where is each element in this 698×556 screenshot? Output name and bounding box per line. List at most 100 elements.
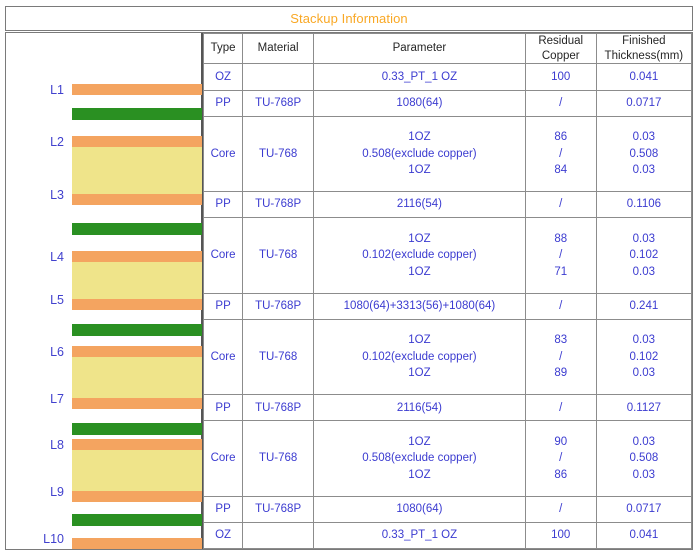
- cell-residual-copper: /: [524, 191, 597, 219]
- cell-parameter: 1OZ 0.102(exclude copper) 1OZ: [313, 318, 526, 396]
- layer-label-l5: L5: [50, 293, 64, 307]
- cell-type: Core: [202, 217, 244, 294]
- page-title: Stackup Information: [290, 11, 408, 26]
- stackup-band-copper: [72, 251, 202, 262]
- layer-label-l6: L6: [50, 345, 64, 359]
- cell-material: TU-768P: [242, 292, 315, 320]
- cell-parameter: 0.33_PT_1 OZ: [313, 521, 526, 550]
- cell-finished-thickness: 0.041: [595, 521, 693, 550]
- cell-finished-thickness: 0.03 0.508 0.03: [595, 115, 693, 193]
- table-row: Core TU-768 1OZ 0.102(exclude copper) 1OZ 8…: [202, 318, 693, 396]
- table-row: OZ 0.33_PT_1 OZ 100 0.041: [202, 63, 693, 91]
- cell-type: OZ: [202, 63, 244, 91]
- stackup-table-region: Type Material Parameter Residual Copper Fini…: [202, 32, 693, 550]
- column-header-finished-thickness: Finished Thickness(mm): [595, 32, 693, 65]
- cell-type: PP: [202, 89, 244, 117]
- cell-parameter: 1OZ 0.508(exclude copper) 1OZ: [313, 420, 526, 497]
- cell-parameter: 1080(64)+3313(56)+1080(64): [313, 292, 526, 320]
- stackup-band-copper: [72, 398, 202, 409]
- table-row: PP TU-768P 1080(64)/0.0717: [202, 89, 693, 117]
- table-row: PP TU-768P 1080(64)/0.0717: [202, 495, 693, 523]
- cell-type: Core: [202, 420, 244, 497]
- stackup-cross-section-graphic: L1 L2 L3 L4 L5 L6 L7 L8 L9 L10: [6, 33, 203, 549]
- cell-material: TU-768: [242, 318, 315, 396]
- cell-residual-copper: 83 / 89: [524, 318, 597, 396]
- stackup-band-copper: [72, 299, 202, 310]
- cell-finished-thickness: 0.1127: [595, 394, 693, 422]
- layer-label-l7: L7: [50, 392, 64, 406]
- stackup-band-core: [72, 262, 202, 299]
- cell-residual-copper: 100: [524, 521, 597, 550]
- cell-type: Core: [202, 318, 244, 396]
- cell-parameter: 1OZ 0.102(exclude copper) 1OZ: [313, 217, 526, 294]
- stackup-band-copper: [72, 194, 202, 205]
- stackup-band-copper: [72, 538, 202, 549]
- cell-material: TU-768: [242, 217, 315, 294]
- cell-material: TU-768P: [242, 191, 315, 219]
- layer-label-l1: L1: [50, 83, 64, 97]
- layer-label-l2: L2: [50, 135, 64, 149]
- layer-label-l4: L4: [50, 250, 64, 264]
- stackup-band-copper: [72, 346, 202, 357]
- cell-residual-copper: /: [524, 495, 597, 523]
- cell-residual-copper: /: [524, 292, 597, 320]
- stackup-band-prepreg: [72, 223, 202, 235]
- cell-type: OZ: [202, 521, 244, 550]
- cell-residual-copper: /: [524, 89, 597, 117]
- cell-finished-thickness: 0.0717: [595, 495, 693, 523]
- cell-type: PP: [202, 394, 244, 422]
- cell-material: TU-768P: [242, 89, 315, 117]
- stackup-band-copper: [72, 136, 202, 147]
- cell-parameter: 1080(64): [313, 89, 526, 117]
- column-header-material: Material: [242, 32, 315, 65]
- stackup-main-frame: L1 L2 L3 L4 L5 L6 L7 L8 L9 L10 Type Material Parame…: [5, 32, 693, 550]
- cell-parameter: 2116(54): [313, 191, 526, 219]
- cell-residual-copper: 90 / 86: [524, 420, 597, 497]
- column-header-type: Type: [202, 32, 244, 65]
- cell-finished-thickness: 0.1106: [595, 191, 693, 219]
- cell-finished-thickness: 0.03 0.102 0.03: [595, 217, 693, 294]
- stackup-band-core: [72, 147, 202, 194]
- cell-residual-copper: 86 / 84: [524, 115, 597, 193]
- cell-parameter: 2116(54): [313, 394, 526, 422]
- table-row: Core TU-768 1OZ 0.508(exclude copper) 1OZ 9…: [202, 420, 693, 497]
- cell-material: TU-768P: [242, 394, 315, 422]
- table-body: OZ 0.33_PT_1 OZ 100 0.041 PP TU-768P 1080(64) /…: [202, 63, 693, 550]
- cell-residual-copper: /: [524, 394, 597, 422]
- cell-residual-copper: 88 / 71: [524, 217, 597, 294]
- stackup-band-prepreg: [72, 108, 202, 120]
- cell-finished-thickness: 0.03 0.102 0.03: [595, 318, 693, 396]
- cell-material: TU-768: [242, 115, 315, 193]
- cell-type: Core: [202, 115, 244, 193]
- cell-residual-copper: 100: [524, 63, 597, 91]
- stackup-information-page: Stackup Information L1 L2 L3 L4 L5 L6 L7 L8 L9 L1…: [0, 0, 698, 556]
- table-header: Type Material Parameter Residual Copper Fini…: [202, 32, 693, 65]
- stackup-band-core: [72, 450, 202, 491]
- cell-parameter: 0.33_PT_1 OZ: [313, 63, 526, 91]
- cell-type: PP: [202, 495, 244, 523]
- cell-material: TU-768P: [242, 495, 315, 523]
- table-row: PP TU-768P 1080(64)+3313(56)+1080(64)/0.24…: [202, 292, 693, 320]
- header-row: Type Material Parameter Residual Copper Fini…: [202, 32, 693, 65]
- stackup-table: Type Material Parameter Residual Copper Fini…: [202, 32, 693, 550]
- stackup-band-prepreg: [72, 423, 202, 435]
- table-row: Core TU-768 1OZ 0.102(exclude copper) 1OZ 8…: [202, 217, 693, 294]
- cell-finished-thickness: 0.03 0.508 0.03: [595, 420, 693, 497]
- cell-parameter: 1OZ 0.508(exclude copper) 1OZ: [313, 115, 526, 193]
- layer-label-l10: L10: [43, 532, 64, 546]
- table-row: PP TU-768P 2116(54)/0.1106: [202, 191, 693, 219]
- cell-finished-thickness: 0.041: [595, 63, 693, 91]
- stackup-band-prepreg: [72, 514, 202, 526]
- layer-label-l8: L8: [50, 438, 64, 452]
- stackup-band-copper: [72, 84, 202, 95]
- column-header-parameter: Parameter: [313, 32, 526, 65]
- cell-parameter: 1080(64): [313, 495, 526, 523]
- table-row: PP TU-768P 2116(54)/0.1127: [202, 394, 693, 422]
- column-header-residual-copper: Residual Copper: [524, 32, 597, 65]
- table-row: OZ 0.33_PT_1 OZ 100 0.041: [202, 521, 693, 550]
- cell-material: TU-768: [242, 420, 315, 497]
- stackup-band-copper: [72, 439, 202, 450]
- table-row: Core TU-768 1OZ 0.508(exclude copper) 1OZ 8…: [202, 115, 693, 193]
- stackup-band-core: [72, 357, 202, 398]
- cell-type: PP: [202, 292, 244, 320]
